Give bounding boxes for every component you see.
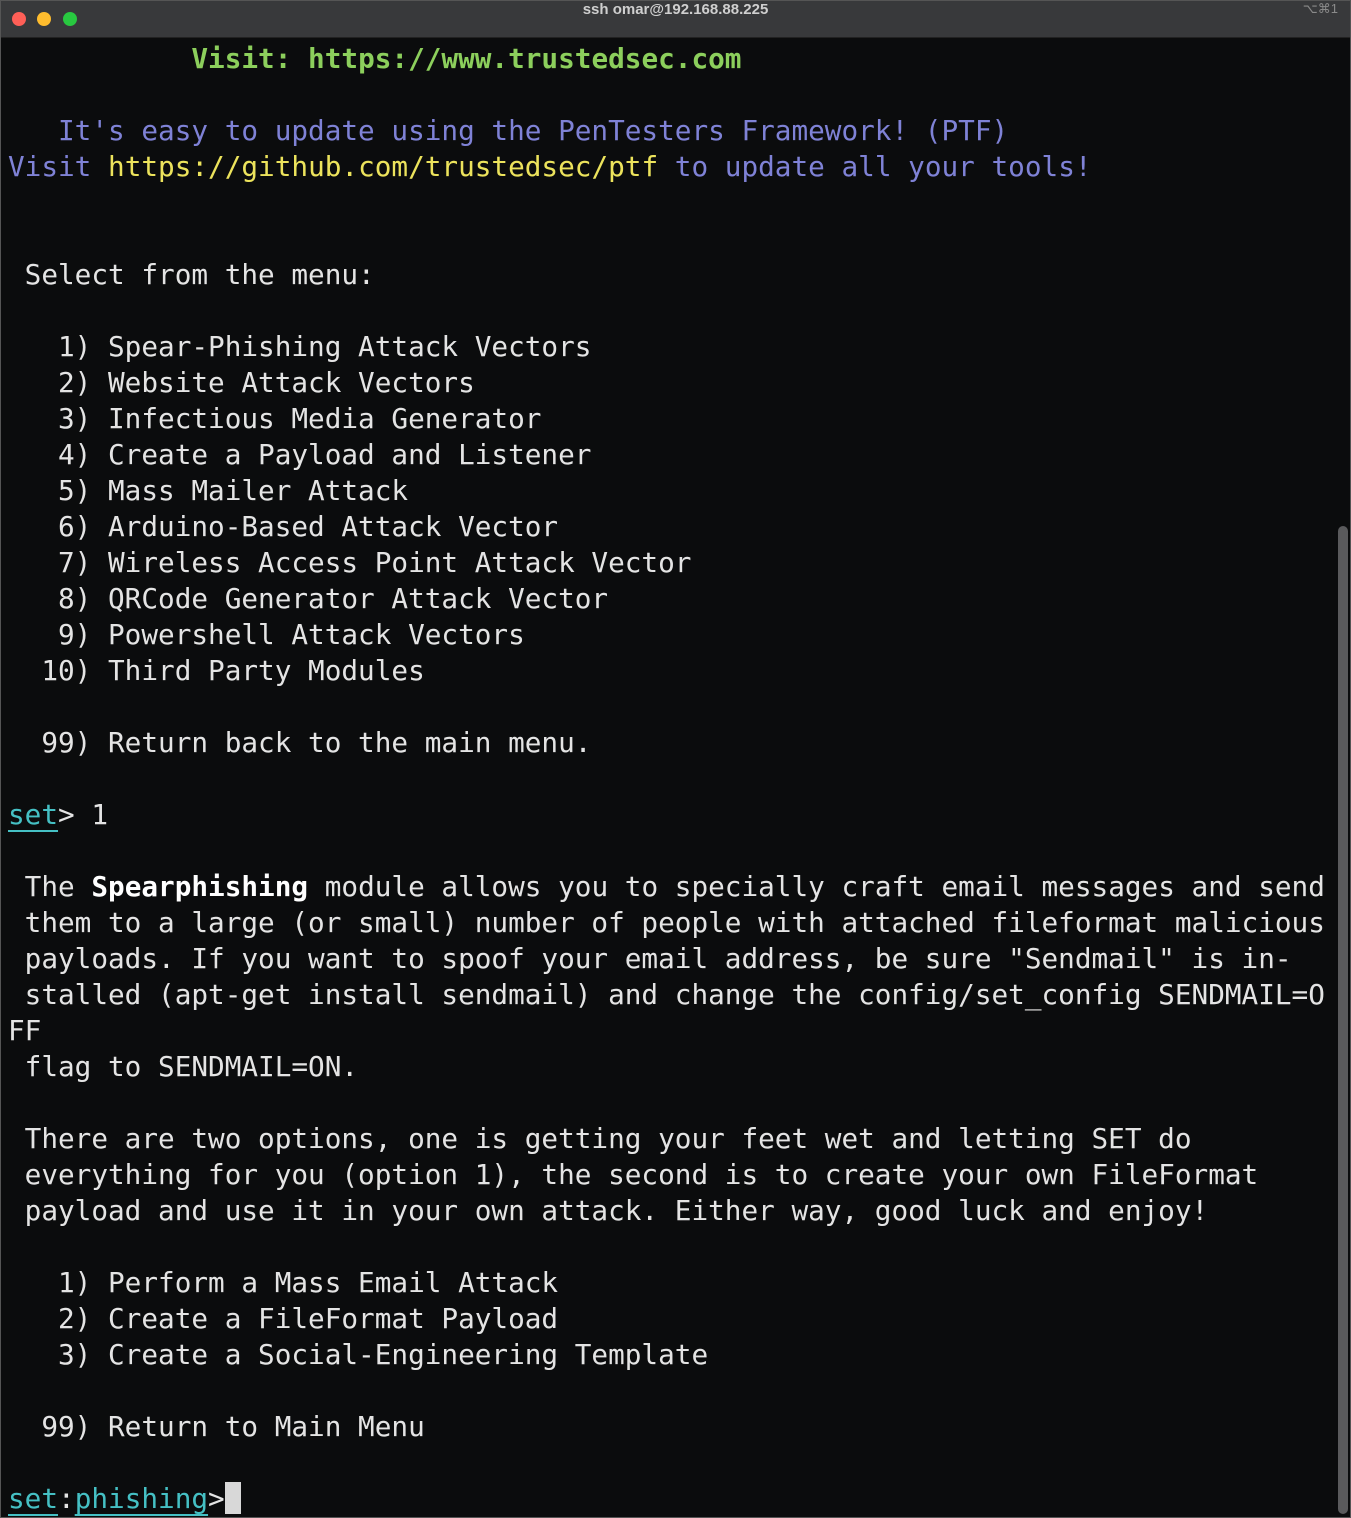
terminal-text: 4) Create a Payload and Listener <box>8 438 592 471</box>
terminal-line: 7) Wireless Access Point Attack Vector <box>8 545 1330 581</box>
terminal-text: 1) Perform a Mass Email Attack <box>8 1266 559 1299</box>
prompt-segment: phishing <box>74 1482 209 1515</box>
terminal-text: 8) QRCode Generator Attack Vector <box>8 582 609 615</box>
terminal-line: FF <box>8 1013 1330 1049</box>
terminal-line: 4) Create a Payload and Listener <box>8 437 1330 473</box>
terminal-line: flag to SENDMAIL=ON. <box>8 1049 1330 1085</box>
terminal-text: 6) Arduino-Based Attack Vector <box>8 510 559 543</box>
terminal-text: everything for you (option 1), the secon… <box>8 1158 1259 1191</box>
terminal-line: The Spearphishing module allows you to s… <box>8 869 1330 905</box>
terminal-text: flag to SENDMAIL=ON. <box>8 1050 359 1083</box>
window-title: ssh omar@192.168.88.225 <box>582 1 769 18</box>
terminal-text: 10) Third Party Modules <box>8 654 425 687</box>
terminal-line: stalled (apt-get install sendmail) and c… <box>8 977 1330 1013</box>
terminal-line: Select from the menu: <box>8 257 1330 293</box>
terminal-text: them to a large (or small) number of peo… <box>8 906 1325 939</box>
window-shortcut: ⌥⌘1 <box>1302 1 1338 16</box>
title-bar: ssh omar@192.168.88.225 ⌥⌘1 <box>1 1 1350 38</box>
terminal-text: to update all your tools! <box>658 150 1092 183</box>
terminal-line: 2) Website Attack Vectors <box>8 365 1330 401</box>
terminal-line: 99) Return to Main Menu <box>8 1409 1330 1445</box>
terminal-line: 8) QRCode Generator Attack Vector <box>8 581 1330 617</box>
terminal-text: Select from the menu: <box>8 258 375 291</box>
terminal-text: There are two options, one is getting yo… <box>8 1122 1192 1155</box>
terminal-line: 5) Mass Mailer Attack <box>8 473 1330 509</box>
terminal-line: payload and use it in your own attack. E… <box>8 1193 1330 1229</box>
terminal-line: 2) Create a FileFormat Payload <box>8 1301 1330 1337</box>
prompt-segment: set <box>8 1482 59 1515</box>
terminal-text: The <box>8 870 92 903</box>
terminal-line: 3) Create a Social-Engineering Template <box>8 1337 1330 1373</box>
terminal-line: Visit: https://www.trustedsec.com <box>8 41 1330 77</box>
terminal-text: 3) Infectious Media Generator <box>8 402 542 435</box>
terminal-text: FF <box>8 1014 42 1047</box>
terminal-text: : <box>58 1482 75 1515</box>
terminal-text: payloads. If you want to spoof your emai… <box>8 942 1292 975</box>
terminal-text: > 1 <box>58 798 109 831</box>
terminal-line: 1) Spear-Phishing Attack Vectors <box>8 329 1330 365</box>
terminal-text: payload and use it in your own attack. E… <box>8 1194 1209 1227</box>
terminal-text: stalled (apt-get install sendmail) and c… <box>8 978 1325 1011</box>
terminal-text: 2) Website Attack Vectors <box>8 366 475 399</box>
terminal-line: 1) Perform a Mass Email Attack <box>8 1265 1330 1301</box>
terminal-text: 5) Mass Mailer Attack <box>8 474 409 507</box>
terminal-text: 1) Spear-Phishing Attack Vectors <box>8 330 592 363</box>
terminal-text: module allows you to specially craft ema… <box>308 870 1325 903</box>
terminal-line: everything for you (option 1), the secon… <box>8 1157 1330 1193</box>
terminal-text: Spearphishing <box>91 870 309 903</box>
terminal-line: It's easy to update using the PenTesters… <box>8 113 1330 149</box>
terminal-line: 9) Powershell Attack Vectors <box>8 617 1330 653</box>
terminal-line: 99) Return back to the main menu. <box>8 725 1330 761</box>
terminal-line: payloads. If you want to spoof your emai… <box>8 941 1330 977</box>
terminal-text: 9) Powershell Attack Vectors <box>8 618 525 651</box>
terminal-text: 7) Wireless Access Point Attack Vector <box>8 546 692 579</box>
text-cursor <box>224 1482 241 1514</box>
terminal-line: set> 1 <box>8 797 1330 833</box>
terminal-text: https://github.com/trustedsec/ptf <box>108 150 659 183</box>
terminal-text: 2) Create a FileFormat Payload <box>8 1302 559 1335</box>
terminal-text: Visit <box>8 150 109 183</box>
terminal-text: 3) Create a Social-Engineering Template <box>8 1338 709 1371</box>
terminal-line: 6) Arduino-Based Attack Vector <box>8 509 1330 545</box>
terminal-line: them to a large (or small) number of peo… <box>8 905 1330 941</box>
terminal-text: It's easy to update using the PenTesters… <box>8 114 1009 147</box>
terminal-output[interactable]: Visit: https://www.trustedsec.com It's e… <box>8 41 1330 1517</box>
terminal-text: 99) Return back to the main menu. <box>8 726 592 759</box>
terminal-line: There are two options, one is getting yo… <box>8 1121 1330 1157</box>
scrollbar[interactable] <box>1338 526 1348 1514</box>
terminal-text: > <box>208 1482 225 1515</box>
prompt-segment: set <box>8 798 59 831</box>
terminal-line: 10) Third Party Modules <box>8 653 1330 689</box>
terminal-text: 99) Return to Main Menu <box>8 1410 425 1443</box>
terminal-window: ssh omar@192.168.88.225 ⌥⌘1 Visit: https… <box>0 0 1351 1518</box>
terminal-line: set:phishing> <box>8 1481 1330 1517</box>
terminal-line: 3) Infectious Media Generator <box>8 401 1330 437</box>
terminal-line: Visit https://github.com/trustedsec/ptf … <box>8 149 1330 185</box>
terminal-text: Visit: https://www.trustedsec.com <box>191 42 742 75</box>
